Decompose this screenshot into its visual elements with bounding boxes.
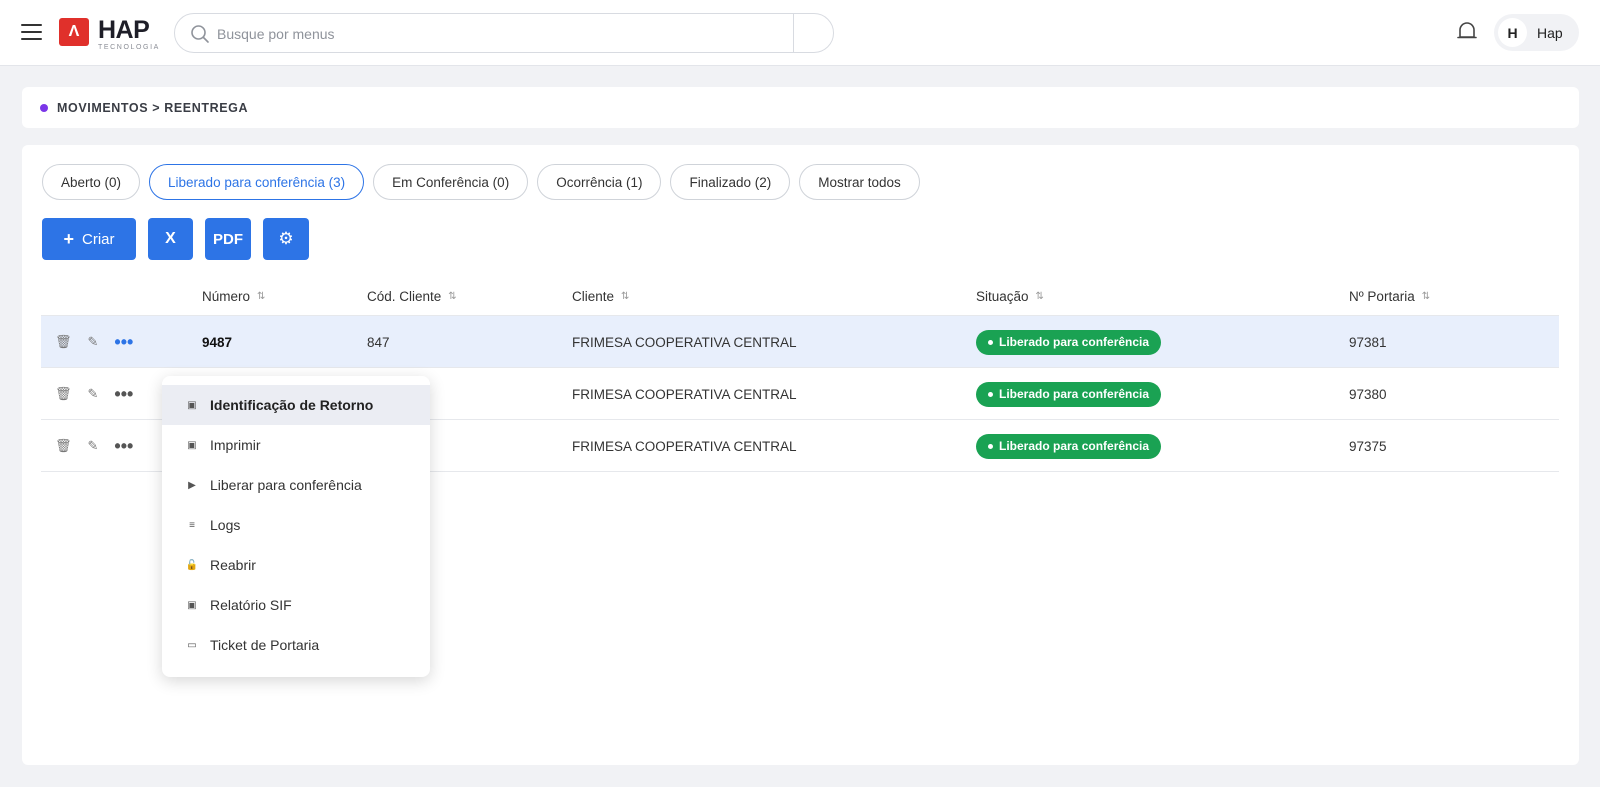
logo-subtitle: TECNOLOGIA [98, 44, 160, 51]
sort-icon: ⇅ [1035, 291, 1044, 302]
cell-cliente: FRIMESA COOPERATIVA CENTRAL [572, 334, 797, 350]
menu-item-relatorio-sif[interactable]: ▣ Relatório SIF [162, 585, 430, 625]
cell-situacao: Liberado para conferência [976, 420, 1162, 472]
status-badge: Liberado para conferência [976, 329, 1162, 355]
search-divider [793, 14, 794, 52]
play-icon: ▶ [188, 479, 196, 491]
more-options-icon[interactable]: ••• [114, 436, 133, 457]
table-header: Número ⇅ Cód. Cliente ⇅ Cliente ⇅ Situação ⇅… [41, 277, 1559, 316]
gear-icon: ⚙ [278, 229, 294, 248]
tab-liberado[interactable]: Liberado para conferência (3) [149, 164, 365, 200]
column-header-portaria[interactable]: Nº Portaria ⇅ [1349, 289, 1430, 304]
cell-portaria: 97381 [1349, 334, 1387, 350]
create-label: Criar [82, 230, 115, 248]
avatar: H [1498, 18, 1527, 47]
document-icon: ▣ [187, 399, 197, 411]
logo-mark: Λ [59, 18, 89, 46]
export-pdf-button[interactable]: PDF [205, 218, 251, 260]
table-row[interactable]: 🗑 ✎ ••• 9487 847 FRIMESA COOPERATIVA CEN… [41, 316, 1559, 368]
user-menu[interactable]: H Hap [1494, 14, 1579, 51]
logo[interactable]: Λ HAP TECNOLOGIA [59, 18, 160, 51]
cell-numero: 9487 [202, 334, 233, 350]
menu-item-identificacao-retorno[interactable]: ▣ Identificação de Retorno [162, 385, 430, 425]
more-options-icon[interactable]: ••• [114, 332, 133, 353]
column-header-cod-cliente[interactable]: Cód. Cliente ⇅ [367, 289, 457, 304]
bell-icon[interactable] [1455, 20, 1479, 44]
column-header-numero[interactable]: Número ⇅ [202, 289, 265, 304]
breadcrumb-dot [40, 103, 48, 112]
column-header-situacao[interactable]: Situação ⇅ [976, 289, 1044, 304]
breadcrumb: MOVIMENTOS > REENTREGA [22, 87, 1579, 128]
search-icon [191, 25, 209, 43]
menu-item-liberar-conferencia[interactable]: ▶ Liberar para conferência [162, 465, 430, 505]
cell-situacao: Liberado para conferência [976, 368, 1162, 420]
delete-icon[interactable]: 🗑 [55, 386, 72, 402]
action-toolbar: + Criar X PDF ⚙ [42, 218, 321, 260]
tab-finalizado[interactable]: Finalizado (2) [670, 164, 791, 200]
user-name: Hap [1537, 24, 1563, 41]
logo-name: HAP [98, 16, 150, 44]
cell-portaria: 97380 [1349, 386, 1387, 402]
menu-item-imprimir[interactable]: ▣ Imprimir [162, 425, 430, 465]
menu-item-ticket-portaria[interactable]: ▭ Ticket de Portaria [162, 625, 430, 665]
plus-icon: + [63, 228, 74, 249]
print-icon: ▣ [187, 439, 197, 451]
export-excel-button[interactable]: X [148, 218, 193, 260]
ticket-icon: ▭ [187, 639, 197, 651]
delete-icon[interactable]: 🗑 [55, 334, 72, 350]
cell-cliente: FRIMESA COOPERATIVA CENTRAL [572, 386, 797, 402]
menu-icon[interactable] [21, 24, 42, 42]
edit-icon[interactable]: ✎ [88, 334, 99, 350]
edit-icon[interactable]: ✎ [88, 438, 99, 454]
report-icon: ▣ [187, 599, 197, 611]
sort-icon: ⇅ [621, 291, 630, 302]
search-input[interactable] [217, 22, 762, 46]
cell-cliente: FRIMESA COOPERATIVA CENTRAL [572, 438, 797, 454]
cell-portaria: 97375 [1349, 438, 1387, 454]
status-badge: Liberado para conferência [976, 433, 1162, 459]
cell-situacao: Liberado para conferência [976, 316, 1162, 368]
more-options-icon[interactable]: ••• [114, 384, 133, 405]
create-button[interactable]: + Criar [42, 218, 136, 260]
search-bar [174, 13, 834, 53]
list-icon: ≡ [189, 519, 195, 531]
cell-cod-cliente: 847 [367, 334, 390, 350]
column-header-cliente[interactable]: Cliente ⇅ [572, 289, 629, 304]
row-actions-menu: ▣ Identificação de Retorno ▣ Imprimir ▶ … [162, 376, 430, 677]
tab-ocorrencia[interactable]: Ocorrência (1) [537, 164, 662, 200]
status-tabs: Aberto (0) Liberado para conferência (3)… [42, 164, 929, 200]
sort-icon: ⇅ [257, 291, 266, 302]
tab-em-conferencia[interactable]: Em Conferência (0) [373, 164, 529, 200]
breadcrumb-text: MOVIMENTOS > REENTREGA [57, 100, 249, 115]
sort-icon: ⇅ [1421, 291, 1431, 302]
menu-item-reabrir[interactable]: 🔓 Reabrir [162, 545, 430, 585]
tab-aberto[interactable]: Aberto (0) [42, 164, 141, 200]
tab-mostrar-todos[interactable]: Mostrar todos [799, 164, 920, 200]
top-bar: Λ HAP TECNOLOGIA H Hap [0, 0, 1600, 66]
unlock-icon: 🔓 [185, 559, 199, 571]
delete-icon[interactable]: 🗑 [55, 438, 72, 454]
edit-icon[interactable]: ✎ [88, 386, 99, 402]
sort-icon: ⇅ [448, 291, 457, 302]
menu-item-logs[interactable]: ≡ Logs [162, 505, 430, 545]
settings-button[interactable]: ⚙ [263, 218, 309, 260]
status-badge: Liberado para conferência [976, 381, 1162, 407]
